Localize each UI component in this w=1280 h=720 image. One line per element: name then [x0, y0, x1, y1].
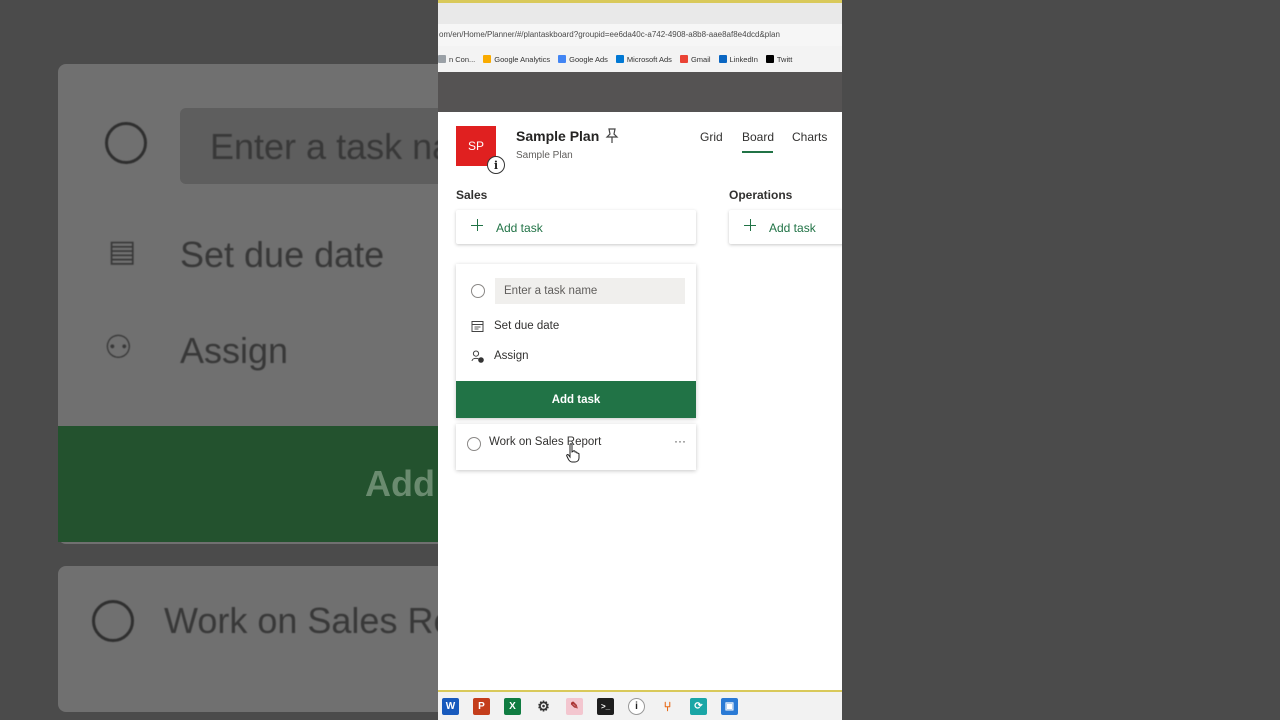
plus-icon	[471, 219, 483, 231]
settings-icon[interactable]: ⚙	[535, 698, 552, 715]
word-icon[interactable]: W	[442, 697, 459, 715]
bg-assign-icon: ⚇	[104, 329, 133, 365]
analytics-icon	[483, 55, 492, 63]
add-task-button-operations[interactable]: Add task	[729, 210, 842, 244]
powerpoint-icon[interactable]: P	[473, 697, 490, 715]
bookmark-label: Twitt	[776, 54, 793, 64]
bookmark-label: Google Analytics	[494, 54, 551, 64]
bucket-title-operations[interactable]: Operations	[729, 188, 792, 202]
excel-icon[interactable]: X	[504, 697, 521, 715]
bucket-title-sales[interactable]: Sales	[456, 188, 487, 202]
bookmark-label: LinkedIn	[729, 54, 758, 64]
add-task-button-sales[interactable]: Add task	[456, 210, 696, 244]
bookmark-label: Microsoft Ads	[626, 54, 672, 64]
pin-icon[interactable]	[605, 128, 619, 144]
calendar-icon	[471, 321, 484, 332]
set-due-date-option[interactable]: Set due date	[494, 320, 559, 332]
bg-assign-text: Assign	[180, 330, 289, 371]
bookmark-item[interactable]: Google Ads	[558, 55, 608, 64]
bookmark-item[interactable]: Twitt	[765, 54, 793, 64]
paint-icon[interactable]: ✎	[566, 697, 583, 715]
taskbar: W P X ⚙ ✎ >_ i ⑂ ⟳ ▣	[438, 690, 842, 720]
ads-icon	[558, 55, 567, 63]
tab-grid[interactable]: Grid	[700, 130, 723, 144]
active-tab-indicator	[742, 151, 773, 153]
add-task-label: Add task	[769, 221, 816, 235]
bg-calendar-icon: ▤	[108, 235, 137, 268]
bg-input-text: Enter a task na	[210, 126, 453, 167]
complete-radio-icon[interactable]	[467, 437, 481, 451]
plus-icon	[744, 219, 756, 231]
new-task-card: Set due date Assign Add task	[456, 264, 696, 418]
info-icon[interactable]: i	[628, 697, 645, 715]
hand-cursor-icon	[566, 443, 580, 463]
bg-radio-icon	[105, 122, 147, 164]
msads-icon	[615, 55, 624, 63]
bookmark-item[interactable]: Gmail	[679, 54, 711, 64]
assign-option[interactable]: Assign	[494, 350, 529, 362]
bookmark-item[interactable]: Google Analytics	[483, 55, 550, 64]
bookmark-item[interactable]: Microsoft Ads	[615, 54, 672, 64]
task-name-input[interactable]	[495, 278, 685, 304]
bg-task-text: Work on Sales Re	[164, 600, 454, 641]
plan-subtitle: Sample Plan	[516, 150, 573, 161]
remote-icon[interactable]: ▣	[721, 697, 738, 715]
bookmark-item[interactable]: n Con...	[438, 55, 475, 64]
browser-window: om/en/Home/Planner/#/plantaskboard?group…	[438, 0, 842, 720]
browser-tabstrip	[438, 0, 842, 24]
complete-radio-icon[interactable]	[471, 284, 485, 298]
add-task-submit-button[interactable]: Add task	[456, 381, 696, 418]
tab-board[interactable]: Board	[742, 130, 774, 144]
bookmarks-bar: n Con... Google Analytics Google Ads Mic…	[438, 46, 842, 72]
bookmark-label: n Con...	[449, 54, 476, 64]
doc-icon	[438, 55, 446, 63]
planner-board: SP i Sample Plan Sample Plan Grid Board …	[438, 112, 842, 690]
linkedin-icon	[718, 55, 727, 63]
bookmark-label: Google Ads	[569, 54, 608, 64]
bg-due-text: Set due date	[180, 234, 385, 275]
bookmark-item[interactable]: LinkedIn	[718, 54, 758, 64]
gmail-icon	[679, 55, 688, 63]
bg-add-text: Add	[365, 463, 435, 504]
assign-user-icon	[471, 350, 484, 363]
git-icon[interactable]: ⑂	[659, 698, 676, 715]
task-title: Work on Sales Report	[489, 436, 602, 448]
add-task-label: Add task	[496, 221, 543, 235]
bg-task-radio-icon	[92, 600, 134, 642]
x-icon	[765, 55, 774, 63]
plan-title: Sample Plan	[516, 128, 600, 144]
sync-icon[interactable]: ⟳	[690, 697, 707, 715]
info-icon[interactable]: i	[487, 156, 505, 174]
terminal-icon[interactable]: >_	[597, 697, 614, 715]
tab-charts[interactable]: Charts	[792, 130, 827, 144]
address-bar[interactable]: om/en/Home/Planner/#/plantaskboard?group…	[438, 24, 842, 46]
app-header-band	[438, 72, 842, 112]
bookmark-label: Gmail	[690, 54, 711, 64]
more-options-icon[interactable]: ···	[674, 434, 686, 448]
